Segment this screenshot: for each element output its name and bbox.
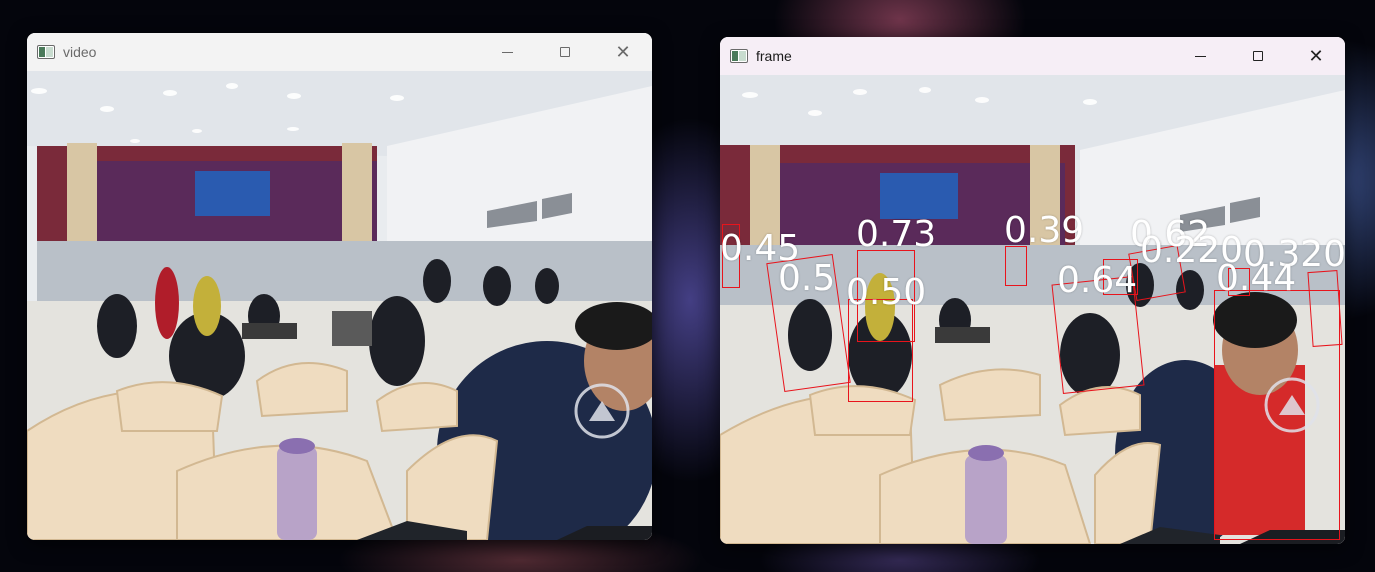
detection-score-label: 0.64: [1057, 260, 1138, 301]
maximize-button[interactable]: [536, 33, 594, 71]
app-window-icon: [730, 49, 748, 63]
close-button[interactable]: ✕: [594, 33, 652, 71]
detection-box: [848, 299, 913, 402]
minimize-icon: [501, 51, 513, 53]
maximize-button[interactable]: [1229, 37, 1287, 75]
video-window[interactable]: video ✕: [27, 33, 652, 540]
close-icon: ✕: [1308, 46, 1324, 66]
frame-view: 0.45 0.73 0.39 0.5 0.50 0.64 0.62 0.220 …: [720, 75, 1345, 544]
app-window-icon: [37, 45, 55, 59]
frame-titlebar[interactable]: frame ✕: [720, 37, 1345, 75]
window-title: video: [63, 44, 97, 60]
detection-score-label: 0.44: [1216, 258, 1297, 299]
detection-box: [1214, 290, 1340, 540]
detection-score-label: 0.39: [1004, 210, 1085, 251]
minimize-button[interactable]: [478, 33, 536, 71]
detection-overlay: 0.45 0.73 0.39 0.5 0.50 0.64 0.62 0.220 …: [720, 75, 1345, 544]
detection-score-label: 0.50: [846, 272, 927, 313]
detection-score-label: 0.5: [778, 258, 836, 299]
video-frame: [27, 71, 652, 540]
window-title: frame: [756, 48, 792, 64]
video-titlebar[interactable]: video ✕: [27, 33, 652, 71]
detection-score-label: 0.73: [856, 214, 937, 255]
hall-scene-image: [27, 71, 652, 540]
maximize-icon: [560, 47, 570, 57]
detection-box: [1005, 246, 1027, 286]
minimize-button[interactable]: [1171, 37, 1229, 75]
close-icon: ✕: [615, 42, 631, 62]
minimize-icon: [1194, 55, 1206, 57]
maximize-icon: [1253, 51, 1263, 61]
close-button[interactable]: ✕: [1287, 37, 1345, 75]
frame-window[interactable]: frame ✕ 0.45 0.73 0.39 0.5 0.50 0.64 0.6…: [720, 37, 1345, 544]
